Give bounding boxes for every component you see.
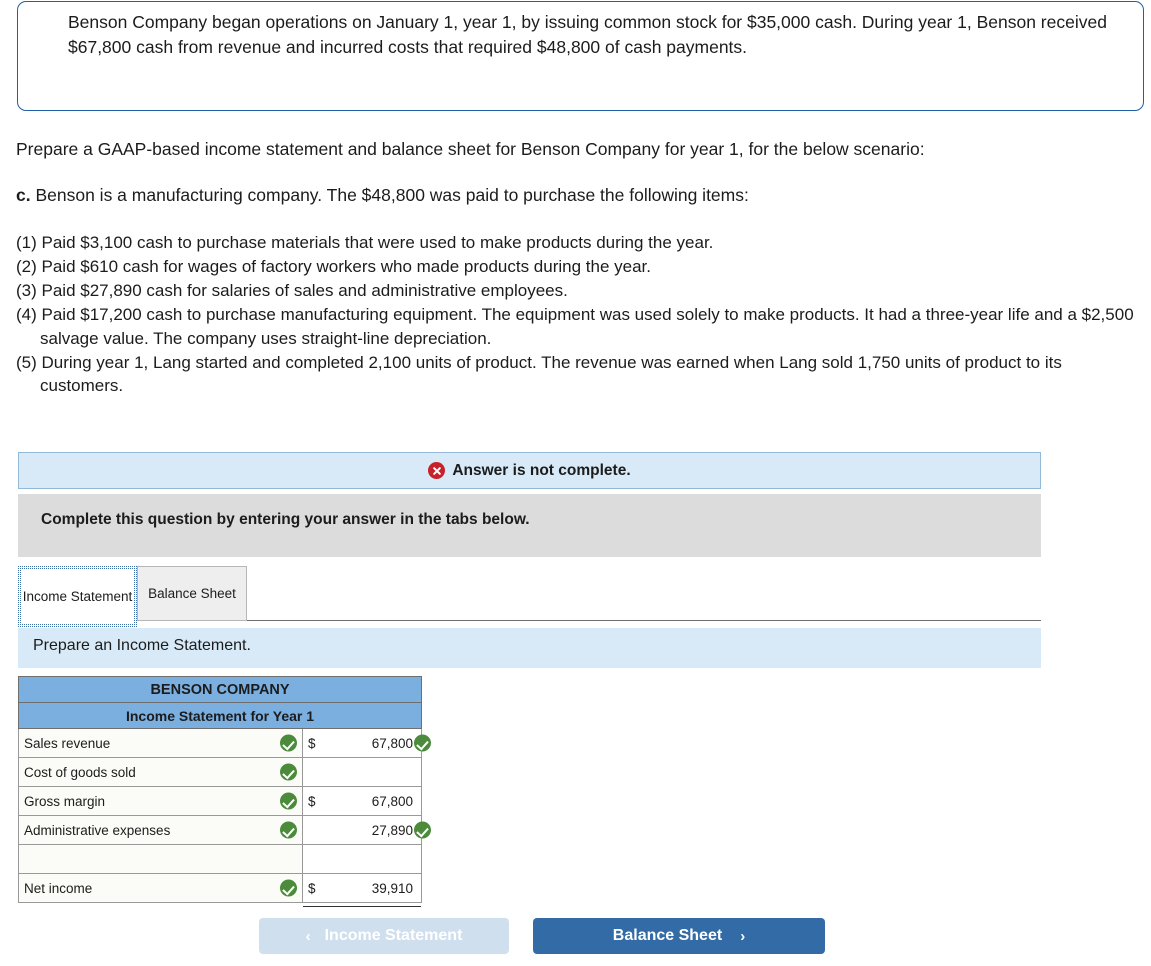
prev-income-statement-button[interactable]: ‹ Income Statement — [259, 918, 509, 954]
table-row: Cost of goods sold — [18, 757, 423, 787]
table-row: Gross margin $ 67,800 — [18, 786, 423, 816]
total-double-rule — [303, 906, 422, 907]
tab-bar: Income Statement Balance Sheet — [18, 566, 1041, 628]
error-x-icon — [428, 462, 446, 479]
table-row: Sales revenue $ 67,800 — [18, 728, 432, 758]
tab-income-statement-label: Income Statement — [22, 588, 133, 604]
row-amount-cell[interactable]: $ 67,800 — [301, 728, 432, 758]
table-row: Administrative expenses 27,890 — [18, 815, 432, 845]
list-item: (5) During year 1, Lang started and comp… — [16, 352, 1062, 396]
table-header-row: Income Statement for Year 1 — [17, 702, 423, 729]
check-icon — [280, 821, 297, 839]
status-message: Answer is not complete. — [452, 461, 631, 479]
table-company-name: BENSON COMPANY — [17, 676, 423, 703]
row-label: Cost of goods sold — [24, 764, 136, 780]
instruction-text: Complete this question by entering your … — [41, 511, 530, 528]
items-list: (1) Paid $3,100 cash to purchase materia… — [16, 231, 1146, 398]
check-icon — [280, 734, 297, 752]
row-amount: 39,910 — [371, 880, 414, 896]
row-amount-cell[interactable] — [301, 844, 423, 874]
currency-symbol: $ — [308, 793, 316, 809]
currency-symbol: $ — [308, 735, 316, 751]
row-label-cell[interactable]: Administrative expenses — [18, 815, 303, 845]
prompt-main-text: Prepare a GAAP-based income statement an… — [16, 139, 925, 159]
prompt-sub-body: Benson is a manufacturing company. The $… — [30, 185, 749, 205]
row-amount: 67,800 — [371, 793, 414, 809]
next-balance-sheet-button[interactable]: Balance Sheet › — [533, 918, 825, 954]
row-amount: 67,800 — [371, 735, 414, 751]
tab-underline — [247, 620, 1041, 621]
row-label-cell[interactable]: Gross margin — [18, 786, 303, 816]
row-label: Net income — [24, 880, 93, 896]
status-banner: Answer is not complete. — [18, 452, 1041, 489]
tab-balance-sheet-label: Balance Sheet — [148, 585, 236, 601]
row-amount-cell[interactable]: $ 67,800 — [301, 786, 423, 816]
next-button-label: Balance Sheet — [612, 927, 723, 944]
list-item: (1) Paid $3,100 cash to purchase materia… — [16, 233, 714, 252]
list-item: (2) Paid $610 cash for wages of factory … — [16, 257, 651, 276]
row-label: Sales revenue — [24, 735, 111, 751]
section-subheader-text: Prepare an Income Statement. — [33, 637, 251, 654]
row-amount: 27,890 — [371, 822, 414, 838]
check-icon — [414, 821, 432, 839]
currency-symbol: $ — [308, 880, 316, 896]
check-icon — [280, 763, 297, 781]
check-icon — [280, 792, 297, 810]
list-item: (4) Paid $17,200 cash to purchase manufa… — [16, 305, 1134, 348]
row-amount-cell[interactable]: 27,890 — [301, 815, 432, 845]
check-icon — [414, 734, 432, 752]
table-header-row: BENSON COMPANY — [17, 676, 423, 703]
section-subheader: Prepare an Income Statement. — [18, 628, 1041, 668]
scenario-text: Benson Company began operations on Janua… — [68, 12, 1107, 57]
income-statement-table: BENSON COMPANY Income Statement for Year… — [17, 676, 432, 907]
check-icon — [280, 879, 297, 897]
row-amount-cell[interactable]: $ 39,910 — [301, 873, 423, 907]
chevron-left-icon: ‹ — [305, 927, 311, 945]
prompt-sub-text: c. Benson is a manufacturing company. Th… — [16, 183, 1136, 207]
table-row — [18, 844, 423, 874]
table-row: Net income $ 39,910 — [18, 873, 423, 907]
row-label-cell[interactable]: Sales revenue — [18, 728, 303, 758]
tab-income-statement[interactable]: Income Statement — [18, 566, 137, 627]
prev-button-label: Income Statement — [324, 927, 463, 944]
row-amount-cell[interactable] — [301, 757, 423, 787]
table-statement-title: Income Statement for Year 1 — [17, 702, 423, 729]
instruction-strip: Complete this question by entering your … — [18, 494, 1041, 557]
chevron-right-icon: › — [740, 927, 746, 945]
row-label-cell[interactable]: Cost of goods sold — [18, 757, 303, 787]
row-label: Gross margin — [24, 793, 106, 809]
row-label-cell[interactable]: Net income — [18, 873, 303, 903]
row-label: Administrative expenses — [24, 822, 171, 838]
row-label-cell[interactable] — [18, 844, 303, 874]
prompt-sub-label: c. — [16, 185, 31, 205]
scenario-box: Benson Company began operations on Janua… — [17, 1, 1144, 111]
tab-balance-sheet[interactable]: Balance Sheet — [137, 566, 247, 621]
list-item: (3) Paid $27,890 cash for salaries of sa… — [16, 281, 568, 300]
